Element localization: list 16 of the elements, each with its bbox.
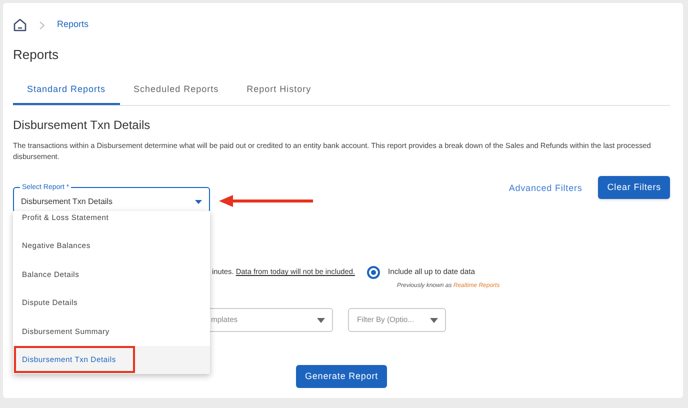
- breadcrumb-link[interactable]: Reports: [57, 18, 89, 32]
- advanced-filters-link[interactable]: Advanced Filters: [508, 182, 582, 196]
- field-value: Disbursement Txn Details: [21, 196, 112, 208]
- generate-report-button[interactable]: Generate Report: [296, 365, 388, 388]
- home-icon[interactable]: [13, 18, 27, 32]
- section-title: Disbursement Txn Details: [13, 117, 152, 133]
- tab[interactable]: Report History: [232, 77, 326, 105]
- radio-button[interactable]: [366, 266, 380, 278]
- caret-icon: [195, 200, 202, 204]
- caret-icon: [430, 318, 438, 322]
- tab[interactable]: Scheduled Reports: [120, 77, 233, 105]
- chevron-icon: [39, 20, 45, 30]
- tab[interactable]: Standard Reports: [13, 77, 120, 105]
- page-title: Reports: [13, 46, 60, 64]
- caret-icon: [317, 318, 325, 322]
- clear-filters-button[interactable]: Clear Filters: [598, 176, 670, 199]
